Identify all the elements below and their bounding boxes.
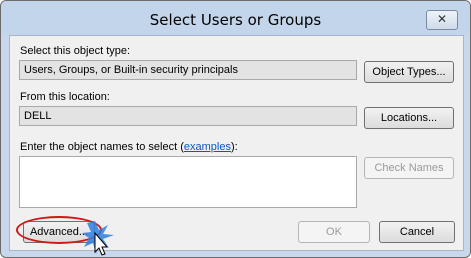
examples-link[interactable]: examples: [184, 141, 231, 153]
object-names-label-text: Enter the object names to select (: [20, 141, 184, 153]
advanced-button[interactable]: Advanced...: [23, 221, 95, 243]
ok-button[interactable]: OK: [298, 221, 370, 243]
locations-button[interactable]: Locations...: [364, 107, 454, 129]
object-type-label: Select this object type:: [20, 45, 131, 57]
close-icon: ✕: [436, 12, 448, 26]
object-names-input[interactable]: [19, 156, 357, 208]
dialog-body: Select this object type: Users, Groups, …: [9, 35, 464, 251]
select-users-or-groups-dialog: Select Users or Groups ✕ Select this obj…: [0, 0, 471, 258]
location-label: From this location:: [20, 91, 110, 103]
close-button[interactable]: ✕: [426, 10, 458, 30]
object-types-button[interactable]: Object Types...: [364, 61, 454, 83]
object-names-label-close: ):: [230, 141, 238, 153]
check-names-button[interactable]: Check Names: [364, 157, 454, 179]
object-type-field: Users, Groups, or Built-in security prin…: [19, 60, 357, 80]
location-field: DELL: [19, 106, 357, 126]
title-bar: Select Users or Groups ✕: [1, 1, 470, 35]
cancel-button[interactable]: Cancel: [379, 221, 455, 243]
object-names-label: Enter the object names to select (exampl…: [20, 141, 238, 153]
dialog-title: Select Users or Groups: [149, 11, 322, 29]
